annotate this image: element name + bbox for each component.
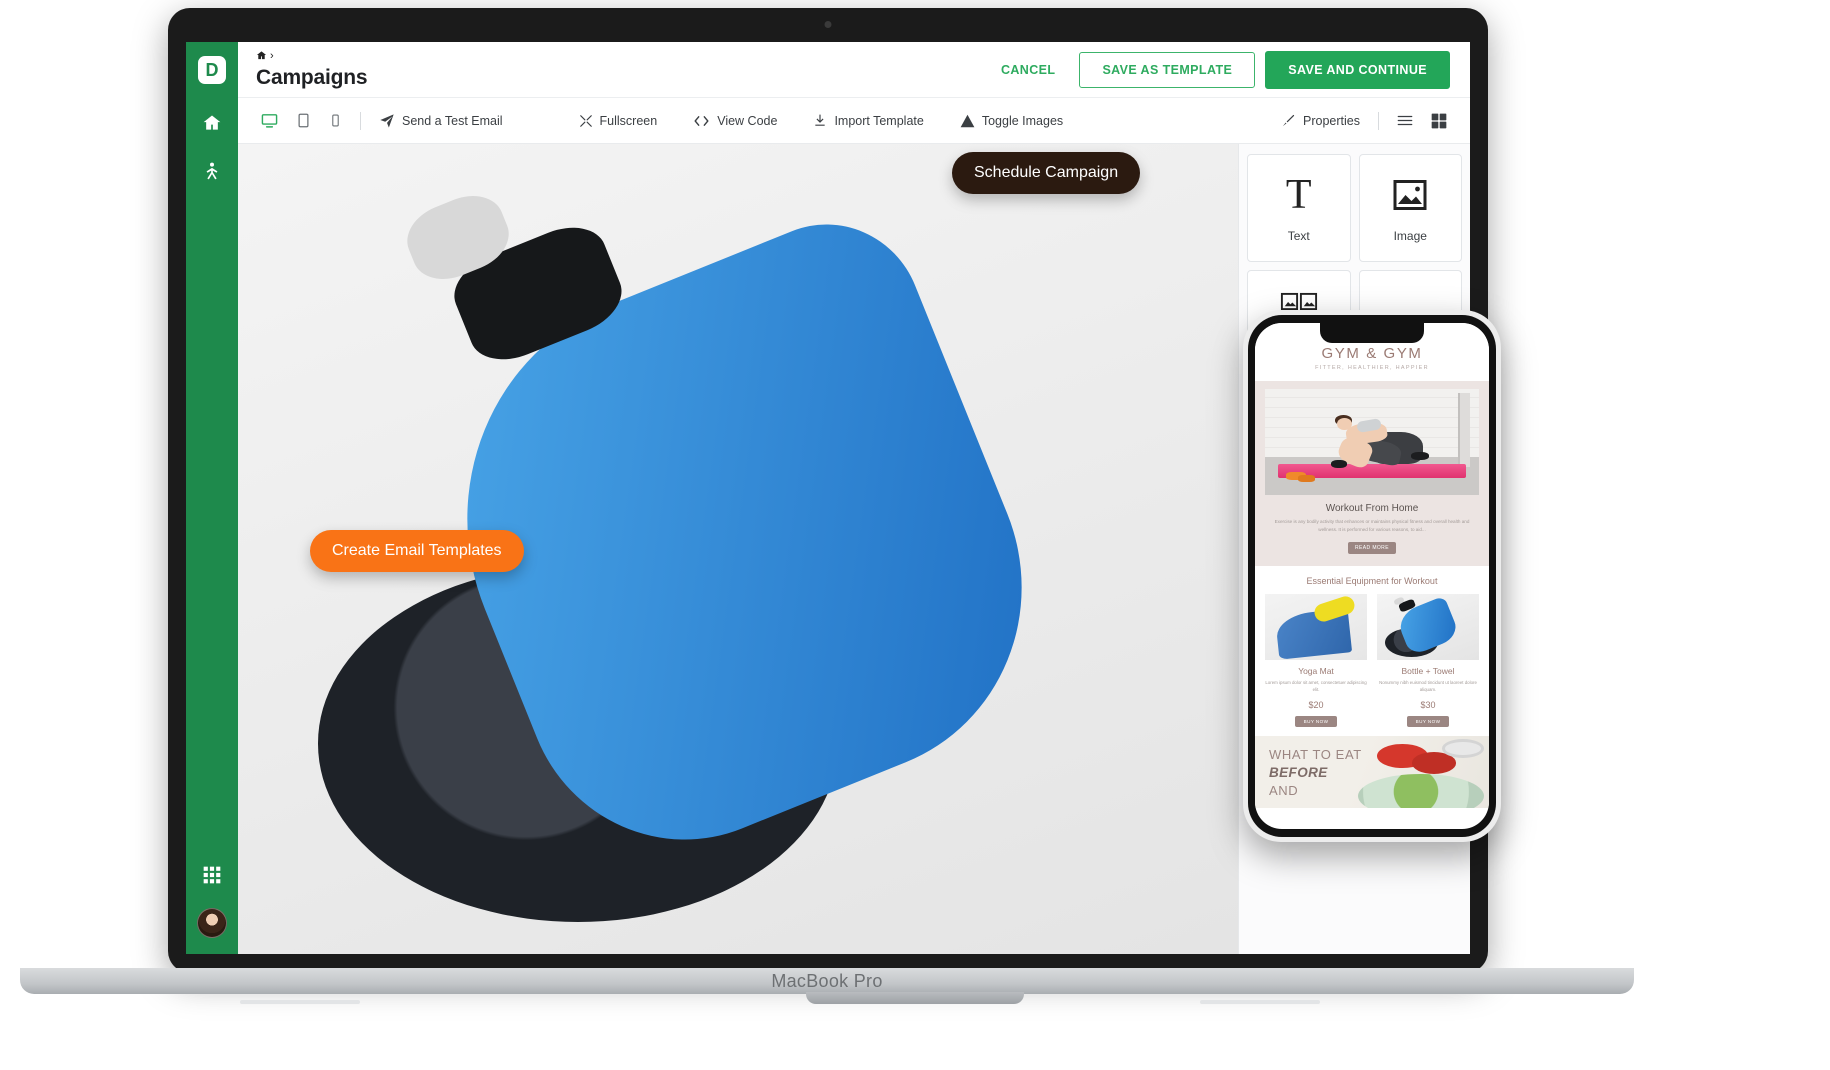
phone-product-card[interactable]: Yoga Mat Lorem ipsum dolor sit amet, con…: [1265, 593, 1367, 729]
image-block-icon: [1392, 173, 1428, 217]
phone-section-title: Essential Equipment for Workout: [1306, 575, 1438, 586]
phone-product-desc: Nonummy nibh euismod tincidunt ut laoree…: [1379, 679, 1477, 693]
send-test-email-label: Send a Test Email: [402, 113, 503, 128]
phone-eat-banner: WHAT TO EAT BEFORE AND: [1255, 736, 1489, 809]
properties-button[interactable]: Properties: [1272, 107, 1369, 134]
phone-eat-banner-text: WHAT TO EAT BEFORE AND: [1269, 746, 1362, 799]
user-avatar[interactable]: [197, 908, 227, 938]
phone-buy-now-button[interactable]: BUY NOW: [1294, 716, 1338, 728]
phone-read-more-button[interactable]: READ MORE: [1348, 541, 1396, 554]
email-template[interactable]: GYM & GYM FITTER, HEALTHIER, HAPPIER: [238, 144, 1238, 954]
fullscreen-icon: [579, 114, 593, 128]
brush-icon: [1281, 113, 1296, 128]
iphone-bezel: GYM & GYM FITTER, HEALTHIER, HAPPIER Wor…: [1248, 315, 1496, 837]
toolbar-divider: [360, 111, 361, 130]
macbook-base: MacBook Pro: [20, 968, 1634, 994]
phone-email-headline: Workout From Home: [1325, 503, 1419, 514]
paper-plane-icon: [379, 113, 395, 129]
eat-line-3: AND: [1269, 783, 1299, 799]
macbook-foot-left: [240, 1000, 360, 1004]
phone-buy-now-button[interactable]: BUY NOW: [1406, 716, 1450, 728]
mobile-view-icon[interactable]: [320, 107, 351, 134]
editor-toolbar: Send a Test Email Fullscreen View Code I…: [238, 98, 1470, 144]
properties-label: Properties: [1303, 113, 1360, 128]
fullscreen-button[interactable]: Fullscreen: [570, 108, 667, 134]
home-icon[interactable]: [197, 106, 227, 140]
desktop-view-icon[interactable]: [252, 106, 287, 135]
macbook-label: MacBook Pro: [771, 971, 883, 991]
breadcrumb-separator: ›: [270, 50, 274, 62]
tablet-view-icon[interactable]: [287, 107, 320, 134]
toggle-images-label: Toggle Images: [981, 113, 1064, 128]
view-code-label: View Code: [717, 113, 778, 128]
page-title: Campaigns: [256, 65, 368, 89]
breadcrumb: › Campaigns: [256, 50, 368, 90]
phone-hero-art: [1265, 389, 1479, 495]
email-products-section[interactable]: Essential Equipment for Workout Yoga Mat…: [238, 144, 1238, 954]
macbook-foot-right: [1200, 1000, 1320, 1004]
phone-hero-image: [1265, 389, 1479, 495]
iphone-screen: GYM & GYM FITTER, HEALTHIER, HAPPIER Wor…: [1255, 323, 1489, 829]
text-block-icon: T: [1285, 172, 1312, 218]
phone-product-image: [1265, 593, 1367, 660]
phone-product-name: Bottle + Towel: [1401, 665, 1455, 676]
product-grid: Yoga Mat Lorem ipsum dolor sit amet, con…: [238, 144, 1238, 954]
phone-hero-section: Workout From Home Exercise is any bodily…: [1255, 381, 1489, 566]
grid-view-icon[interactable]: [1422, 107, 1456, 135]
create-email-templates-badge[interactable]: Create Email Templates: [310, 530, 524, 572]
webcam-icon: [824, 21, 832, 28]
phone-product-grid: Yoga Mat Lorem ipsum dolor sit amet, con…: [1265, 593, 1479, 729]
cancel-button[interactable]: CANCEL: [985, 55, 1071, 85]
toggle-images-button[interactable]: Toggle Images: [951, 108, 1072, 134]
import-template-button[interactable]: Import Template: [804, 107, 932, 134]
code-brackets-icon: [693, 114, 710, 128]
iphone-notch: [1320, 323, 1424, 343]
iphone-device: GYM & GYM FITTER, HEALTHIER, HAPPIER Wor…: [1243, 310, 1501, 842]
block-text[interactable]: T Text: [1247, 154, 1351, 262]
send-test-email-button[interactable]: Send a Test Email: [370, 107, 512, 135]
eat-line-1: WHAT TO EAT: [1269, 747, 1362, 763]
page-header: › Campaigns CANCEL SAVE AS TEMPLATE SAVE…: [238, 42, 1470, 98]
block-label: Text: [1287, 229, 1310, 243]
warning-triangle-icon: [960, 114, 975, 128]
download-icon: [813, 113, 827, 128]
phone-email-brand: GYM & GYM: [1321, 345, 1423, 362]
toolbar-divider-2: [1378, 111, 1379, 130]
save-and-continue-button[interactable]: SAVE AND CONTINUE: [1265, 50, 1450, 89]
contacts-icon[interactable]: [197, 154, 227, 188]
schedule-campaign-badge[interactable]: Schedule Campaign: [952, 152, 1141, 194]
fullscreen-label: Fullscreen: [599, 113, 658, 128]
apps-grid-icon[interactable]: [197, 858, 227, 892]
phone-email-tagline: FITTER, HEALTHIER, HAPPIER: [1315, 365, 1429, 371]
list-view-icon[interactable]: [1388, 108, 1422, 133]
phone-product-card[interactable]: Bottle + Towel Nonummy nibh euismod tinc…: [1377, 593, 1479, 729]
screenshot-root: D › Campaigns CANCEL SAVE AS TEMPLATE SA…: [0, 0, 1830, 1070]
block-label: Image: [1393, 229, 1427, 243]
phone-product-desc: Lorem ipsum dolor sit amet, consectetuer…: [1265, 679, 1367, 693]
view-code-button[interactable]: View Code: [684, 108, 786, 134]
app-logo[interactable]: D: [198, 56, 226, 84]
save-as-template-button[interactable]: SAVE AS TEMPLATE: [1079, 51, 1256, 88]
phone-products-section: Essential Equipment for Workout Yoga Mat…: [1255, 565, 1489, 737]
primary-sidebar: D: [186, 42, 238, 954]
eat-line-2: BEFORE: [1269, 764, 1328, 780]
import-template-label: Import Template: [834, 113, 924, 128]
phone-product-image: [1377, 593, 1479, 660]
macbook-notch: [806, 992, 1024, 1004]
home-icon[interactable]: [256, 50, 267, 64]
phone-email-paragraph: Exercise is any bodily activity that enh…: [1274, 519, 1470, 533]
block-image[interactable]: Image: [1358, 154, 1462, 262]
product-image[interactable]: [238, 144, 1238, 954]
breadcrumb-line: ›: [256, 50, 367, 64]
phone-product-name: Yoga Mat: [1298, 665, 1334, 676]
phone-product-price: $30: [1420, 700, 1436, 711]
product-card[interactable]: Bottle + Towel Nonummy nibh euismod tinc…: [238, 144, 1238, 954]
phone-product-price: $20: [1308, 700, 1324, 711]
